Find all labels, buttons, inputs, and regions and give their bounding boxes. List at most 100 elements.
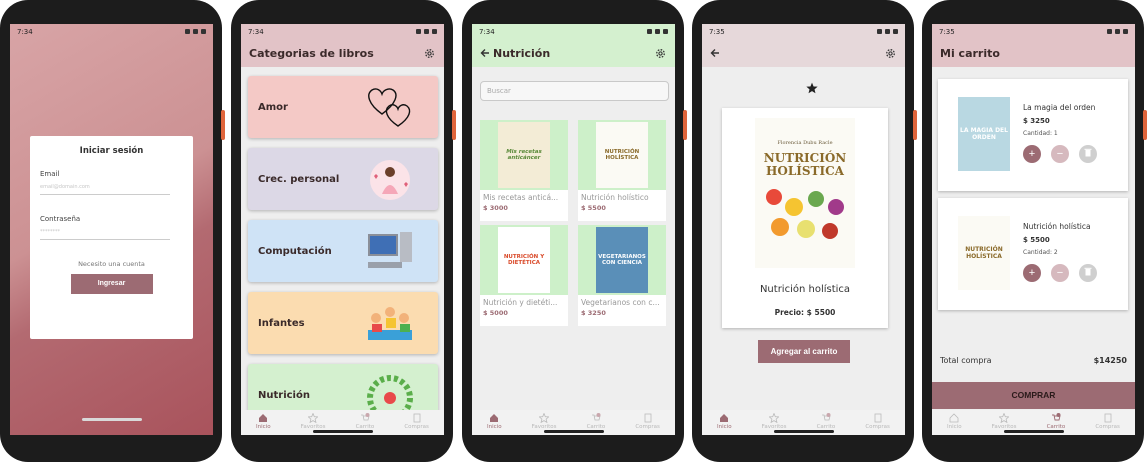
hearts-icon [368, 88, 411, 127]
nav-favorites[interactable]: Favoritos [301, 413, 326, 430]
receipt-icon [413, 413, 421, 423]
password-field[interactable]: ******** [40, 229, 170, 240]
category-card-crec-personal[interactable]: Crec. personal [248, 148, 438, 210]
delete-item-button[interactable] [1079, 264, 1097, 282]
app-bar: Categorias de libros [241, 39, 444, 67]
add-to-cart-button[interactable]: Agregar al carrito [758, 340, 850, 363]
nav-home[interactable]: Inicio [256, 413, 271, 430]
nav-cart[interactable]: Carrito [356, 413, 374, 430]
need-account-link[interactable]: Necesito una cuenta [40, 260, 183, 268]
star-icon [769, 413, 780, 423]
phone-cart: 7:35 Mi carrito LA MAGIA DEL ORDEN La ma… [922, 0, 1147, 462]
nav-purchases[interactable]: Compras [635, 413, 660, 430]
category-label: Amor [258, 101, 288, 113]
app-bar: Mi carrito [932, 39, 1135, 67]
screen-cart: 7:35 Mi carrito LA MAGIA DEL ORDEN La ma… [932, 24, 1135, 435]
nav-cart[interactable]: Carrito [817, 413, 835, 430]
login-button[interactable]: Ingresar [70, 274, 153, 294]
product-name: Nutrición holística [759, 284, 851, 295]
product-card[interactable]: VEGETARIANOS CON CIENCIA Vegetarianos co… [578, 225, 666, 326]
category-label: Crec. personal [258, 173, 340, 185]
cart-item-price: $ 3250 [1023, 117, 1050, 125]
back-arrow-icon[interactable] [480, 48, 490, 58]
cart-item-title: Nutrición holística [1023, 222, 1091, 231]
product-name: Vegetarianos con c... [581, 298, 660, 307]
receipt-icon [874, 413, 882, 423]
screen-product-list: 7:34 Nutrición Buscar Mis recetas anticá… [472, 24, 675, 435]
home-indicator[interactable] [312, 430, 373, 433]
category-label: Infantes [258, 317, 305, 329]
vegetables-illustration-icon [766, 189, 844, 240]
nav-home[interactable]: Inicio [947, 413, 962, 430]
status-time: 7:35 [939, 27, 955, 36]
page-title: Mi carrito [940, 46, 1000, 60]
self-love-illustration-icon [370, 160, 410, 200]
home-indicator[interactable] [773, 430, 834, 433]
receipt-icon [644, 413, 652, 423]
page-title: Categorias de libros [249, 46, 374, 60]
screen-categories: 7:34 Categorias de libros Amor Crec. per… [241, 24, 444, 435]
home-indicator[interactable] [81, 418, 142, 421]
nav-purchases[interactable]: Compras [1095, 413, 1120, 430]
book-cover: Florencia Dubu Racle NUTRICIÓN HOLÍSTICA [755, 118, 855, 268]
home-indicator[interactable] [543, 430, 604, 433]
product-grid: Mis recetas anticáncer Mis recetas antic… [480, 120, 670, 326]
product-price: $ 3000 [483, 204, 508, 212]
status-bar: 7:35 [932, 24, 1135, 39]
product-card[interactable]: NUTRICIÓN HOLÍSTICA Nutrición holístico … [578, 120, 666, 221]
nav-cart[interactable]: Carrito [1047, 413, 1065, 430]
product-price: $ 5500 [581, 204, 606, 212]
login-card: Iniciar sesión Email email@domain.com Co… [30, 136, 193, 339]
book-cover: NUTRICIÓN HOLÍSTICA [596, 122, 648, 188]
nav-favorites[interactable]: Favoritos [992, 413, 1017, 430]
buy-button[interactable]: COMPRAR [932, 382, 1135, 409]
increase-quantity-button[interactable]: + [1023, 264, 1041, 282]
cart-item-price: $ 5500 [1023, 236, 1050, 244]
increase-quantity-button[interactable]: + [1023, 145, 1041, 163]
product-price: $ 5000 [483, 309, 508, 317]
nav-purchases[interactable]: Compras [404, 413, 429, 430]
nav-home[interactable]: Inicio [717, 413, 732, 430]
home-indicator[interactable] [1003, 430, 1064, 433]
decrease-quantity-button[interactable]: − [1051, 145, 1069, 163]
product-card[interactable]: NUTRICIÓN Y DIETÉTICA Nutrición y dietét… [480, 225, 568, 326]
product-name: Mis recetas anticá... [483, 193, 559, 202]
category-card-computacion[interactable]: Computación [248, 220, 438, 282]
phone-product-list: 7:34 Nutrición Buscar Mis recetas anticá… [462, 0, 687, 462]
star-icon [539, 413, 550, 423]
book-author: Florencia Dubu Racle [777, 140, 833, 146]
favorite-star-icon[interactable] [806, 82, 818, 94]
status-bar: 7:34 [472, 24, 675, 39]
cart-item: NUTRICIÓN HOLÍSTICA Nutrición holística … [938, 198, 1128, 310]
settings-gear-icon[interactable] [423, 47, 436, 60]
search-input[interactable]: Buscar [480, 81, 669, 101]
product-price: $ 3250 [581, 309, 606, 317]
delete-item-button[interactable] [1079, 145, 1097, 163]
product-name: Nutrición y dietéti... [483, 298, 558, 307]
cart-icon [1051, 413, 1061, 421]
phone-login: 7:34 Iniciar sesión Email email@domain.c… [0, 0, 225, 462]
status-bar: 7:35 [702, 24, 905, 39]
book-cover: NUTRICIÓN HOLÍSTICA [958, 216, 1010, 290]
cart-item-quantity: Cantidad: 2 [1023, 249, 1058, 256]
phone-product-detail: 7:35 Florencia Dubu Racle NUTRICIÓN HOLÍ… [692, 0, 917, 462]
computer-icon [368, 232, 412, 268]
settings-gear-icon[interactable] [654, 47, 667, 60]
nav-home[interactable]: Inicio [487, 413, 502, 430]
nav-favorites[interactable]: Favoritos [762, 413, 787, 430]
trash-icon [1084, 148, 1092, 157]
product-card[interactable]: Mis recetas anticáncer Mis recetas antic… [480, 120, 568, 221]
settings-gear-icon[interactable] [884, 47, 897, 60]
nav-cart[interactable]: Carrito [587, 413, 605, 430]
nav-favorites[interactable]: Favoritos [532, 413, 557, 430]
status-time: 7:34 [17, 27, 33, 36]
decrease-quantity-button[interactable]: − [1051, 264, 1069, 282]
app-bar [702, 39, 905, 67]
category-card-amor[interactable]: Amor [248, 76, 438, 138]
back-arrow-icon[interactable] [710, 48, 720, 58]
nav-purchases[interactable]: Compras [865, 413, 890, 430]
email-field[interactable]: email@domain.com [40, 184, 170, 195]
category-label: Computación [258, 245, 332, 257]
kids-reading-icon [368, 307, 412, 340]
category-card-infantes[interactable]: Infantes [248, 292, 438, 354]
